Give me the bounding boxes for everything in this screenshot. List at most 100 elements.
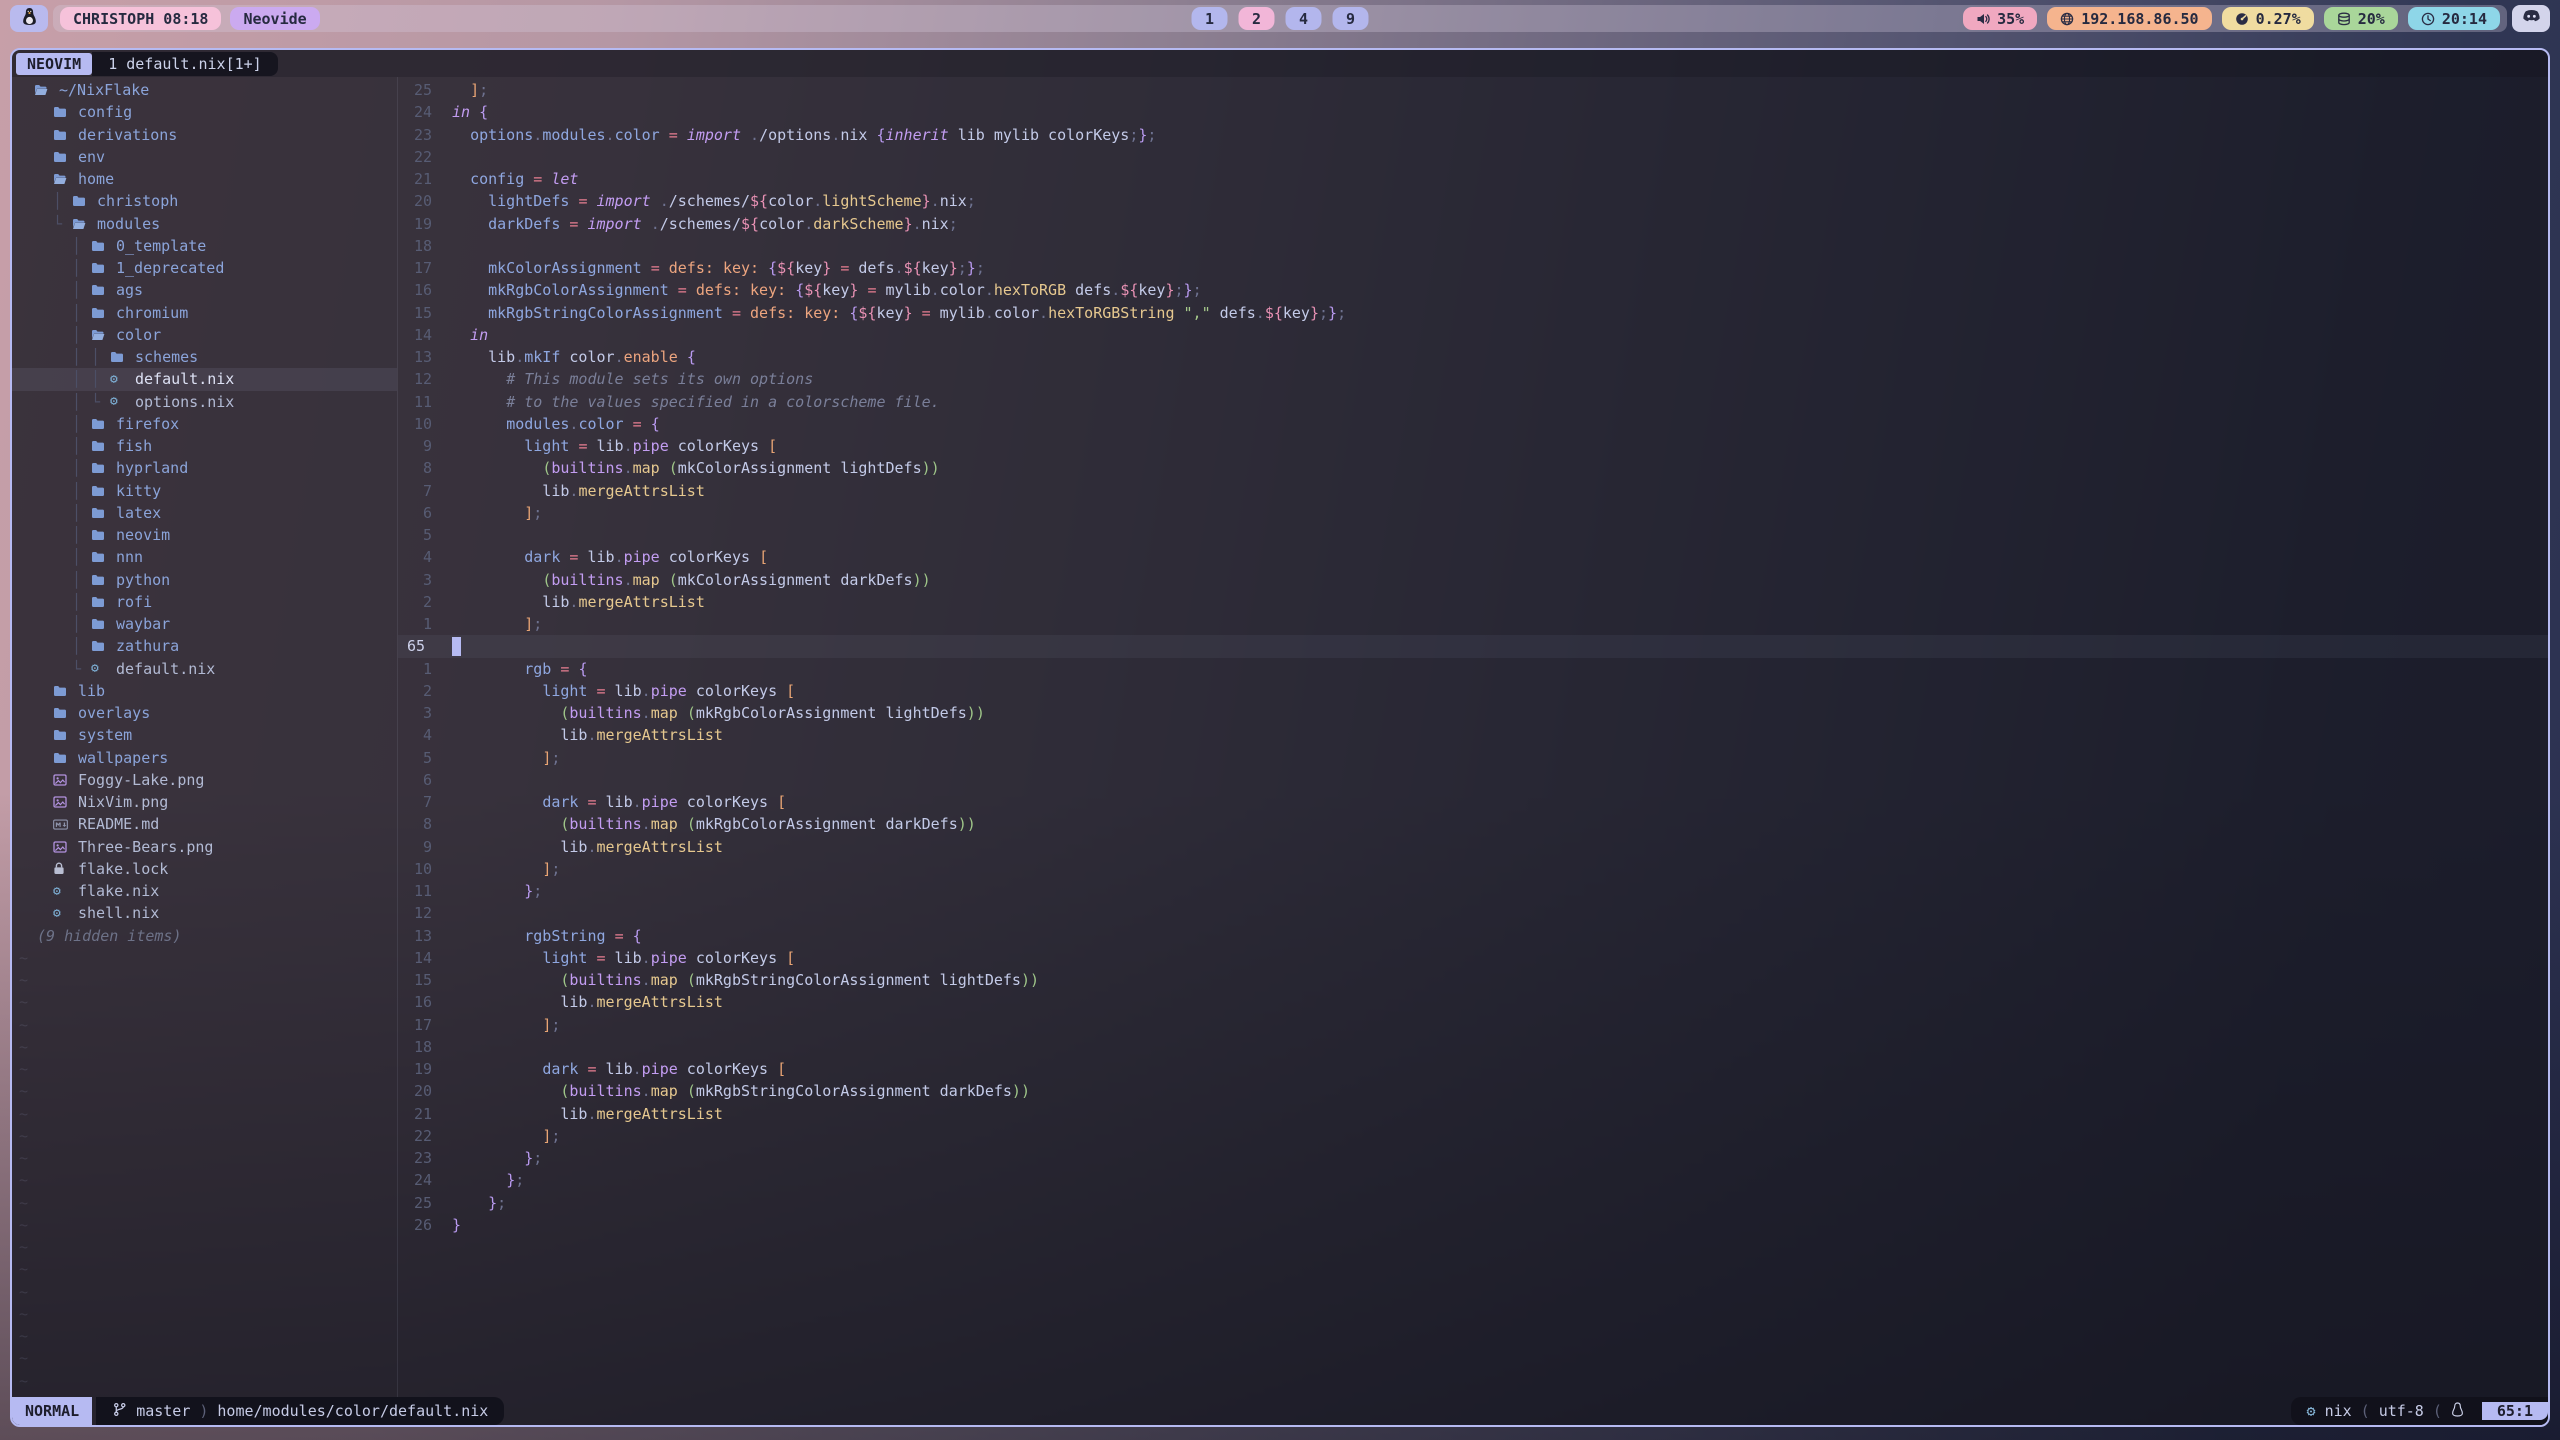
buffer-tab[interactable]: 1 default.nix[1+]: [92, 52, 278, 76]
tree-item-shell.nix[interactable]: ⚙shell.nix: [12, 902, 397, 924]
code-line[interactable]: 12 # This module sets its own options: [398, 368, 2548, 390]
code-line[interactable]: 17 mkColorAssignment = defs: key: {${key…: [398, 257, 2548, 279]
code-line[interactable]: 4 lib.mergeAttrsList: [398, 724, 2548, 746]
code-line[interactable]: 25 };: [398, 1192, 2548, 1214]
code-line[interactable]: 3 (builtins.map (mkRgbColorAssignment li…: [398, 702, 2548, 724]
code-line-cursor[interactable]: 65: [398, 635, 2548, 657]
code-line[interactable]: 9 light = lib.pipe colorKeys [: [398, 435, 2548, 457]
tree-item-ags[interactable]: │ags: [12, 279, 397, 301]
launcher-button[interactable]: [10, 5, 48, 32]
tree-item-Foggy-Lake.png[interactable]: Foggy-Lake.png: [12, 769, 397, 791]
code-line[interactable]: 24 };: [398, 1169, 2548, 1191]
clock-status-pill[interactable]: 20:14: [2408, 7, 2500, 30]
code-line[interactable]: 21 config = let: [398, 168, 2548, 190]
code-line[interactable]: 7 lib.mergeAttrsList: [398, 480, 2548, 502]
tree-item-home[interactable]: home: [12, 168, 397, 190]
code-line[interactable]: 1 rgb = {: [398, 658, 2548, 680]
code-line[interactable]: 25 ];: [398, 79, 2548, 101]
volume-status-pill[interactable]: 35%: [1963, 7, 2037, 30]
code-line[interactable]: 8 (builtins.map (mkColorAssignment light…: [398, 457, 2548, 479]
tree-item-neovim[interactable]: │neovim: [12, 524, 397, 546]
workspace-pill-9[interactable]: 9: [1333, 7, 1369, 30]
tree-item-kitty[interactable]: │kitty: [12, 480, 397, 502]
code-line[interactable]: 20 lightDefs = import ./schemes/${color.…: [398, 190, 2548, 212]
tree-item-python[interactable]: │python: [12, 569, 397, 591]
tree-item-env[interactable]: env: [12, 146, 397, 168]
globe-status-pill[interactable]: 192.168.86.50: [2047, 7, 2211, 30]
git-branch-label[interactable]: master: [136, 1402, 190, 1420]
workspace-pill-2[interactable]: 2: [1239, 7, 1275, 30]
tree-item-latex[interactable]: │latex: [12, 502, 397, 524]
code-line[interactable]: 10 modules.color = {: [398, 413, 2548, 435]
tree-item-firefox[interactable]: │firefox: [12, 413, 397, 435]
code-line[interactable]: 18: [398, 235, 2548, 257]
code-line[interactable]: 8 (builtins.map (mkRgbColorAssignment da…: [398, 813, 2548, 835]
tree-item-system[interactable]: system: [12, 724, 397, 746]
tree-item-chromium[interactable]: │chromium: [12, 302, 397, 324]
code-line[interactable]: 16 lib.mergeAttrsList: [398, 991, 2548, 1013]
code-line[interactable]: 15 mkRgbStringColorAssignment = defs: ke…: [398, 302, 2548, 324]
tree-item-flake.lock[interactable]: flake.lock: [12, 858, 397, 880]
code-line[interactable]: 10 ];: [398, 858, 2548, 880]
tree-item-christoph[interactable]: │christoph: [12, 190, 397, 212]
workspace-pill-4[interactable]: 4: [1286, 7, 1322, 30]
tree-item-default.nix[interactable]: ││⚙default.nix: [12, 368, 397, 390]
code-line[interactable]: 23 options.modules.color = import ./opti…: [398, 124, 2548, 146]
tree-item-modules[interactable]: └modules: [12, 213, 397, 235]
tree-item-waybar[interactable]: │waybar: [12, 613, 397, 635]
code-line[interactable]: 21 lib.mergeAttrsList: [398, 1103, 2548, 1125]
tree-item-0_template[interactable]: │0_template: [12, 235, 397, 257]
tree-item-options.nix[interactable]: │└⚙options.nix: [12, 391, 397, 413]
tree-item-overlays[interactable]: overlays: [12, 702, 397, 724]
tree-item-hyprland[interactable]: │hyprland: [12, 457, 397, 479]
code-line[interactable]: 3 (builtins.map (mkColorAssignment darkD…: [398, 569, 2548, 591]
code-line[interactable]: 5: [398, 524, 2548, 546]
code-line[interactable]: 26}: [398, 1214, 2548, 1236]
code-line[interactable]: 13 rgbString = {: [398, 925, 2548, 947]
workspace-pill-1[interactable]: 1: [1192, 7, 1228, 30]
code-line[interactable]: 16 mkRgbColorAssignment = defs: key: {${…: [398, 279, 2548, 301]
code-line[interactable]: 14 in: [398, 324, 2548, 346]
tree-item-~-NixFlake[interactable]: ~/NixFlake: [12, 79, 397, 101]
code-line[interactable]: 15 (builtins.map (mkRgbStringColorAssign…: [398, 969, 2548, 991]
code-line[interactable]: 4 dark = lib.pipe colorKeys [: [398, 546, 2548, 568]
code-line[interactable]: 1 ];: [398, 613, 2548, 635]
code-line[interactable]: 9 lib.mergeAttrsList: [398, 836, 2548, 858]
code-line[interactable]: 22: [398, 146, 2548, 168]
tree-item-zathura[interactable]: │zathura: [12, 635, 397, 657]
code-line[interactable]: 2 lib.mergeAttrsList: [398, 591, 2548, 613]
tree-item-lib[interactable]: lib: [12, 680, 397, 702]
code-line[interactable]: 13 lib.mkIf color.enable {: [398, 346, 2548, 368]
code-line[interactable]: 7 dark = lib.pipe colorKeys [: [398, 791, 2548, 813]
code-line[interactable]: 22 ];: [398, 1125, 2548, 1147]
tree-item-schemes[interactable]: ││schemes: [12, 346, 397, 368]
discord-tray-button[interactable]: [2512, 5, 2550, 32]
code-line[interactable]: 23 };: [398, 1147, 2548, 1169]
gauge-status-pill[interactable]: 0.27%: [2222, 7, 2314, 30]
stack-status-pill[interactable]: 20%: [2324, 7, 2398, 30]
code-line[interactable]: 19 darkDefs = import ./schemes/${color.d…: [398, 213, 2548, 235]
tree-item-fish[interactable]: │fish: [12, 435, 397, 457]
code-line[interactable]: 5 ];: [398, 747, 2548, 769]
active-app-pill[interactable]: Neovide: [230, 7, 319, 30]
code-line[interactable]: 6: [398, 769, 2548, 791]
tree-item-config[interactable]: config: [12, 101, 397, 123]
tree-item-flake.nix[interactable]: ⚙flake.nix: [12, 880, 397, 902]
code-line[interactable]: 18: [398, 1036, 2548, 1058]
code-line[interactable]: 6 ];: [398, 502, 2548, 524]
tree-item-README.md[interactable]: README.md: [12, 813, 397, 835]
code-line[interactable]: 11 };: [398, 880, 2548, 902]
code-line[interactable]: 24in {: [398, 101, 2548, 123]
tree-item-derivations[interactable]: derivations: [12, 124, 397, 146]
code-line[interactable]: 19 dark = lib.pipe colorKeys [: [398, 1058, 2548, 1080]
tree-item-Three-Bears.png[interactable]: Three-Bears.png: [12, 836, 397, 858]
user-clock-pill[interactable]: CHRISTOPH 08:18: [60, 7, 221, 30]
tree-item-NixVim.png[interactable]: NixVim.png: [12, 791, 397, 813]
code-line[interactable]: 2 light = lib.pipe colorKeys [: [398, 680, 2548, 702]
tree-item-wallpapers[interactable]: wallpapers: [12, 747, 397, 769]
code-line[interactable]: 14 light = lib.pipe colorKeys [: [398, 947, 2548, 969]
tree-item-nnn[interactable]: │nnn: [12, 546, 397, 568]
tree-item-1_deprecated[interactable]: │1_deprecated: [12, 257, 397, 279]
code-line[interactable]: 11 # to the values specified in a colors…: [398, 391, 2548, 413]
tree-item-rofi[interactable]: │rofi: [12, 591, 397, 613]
